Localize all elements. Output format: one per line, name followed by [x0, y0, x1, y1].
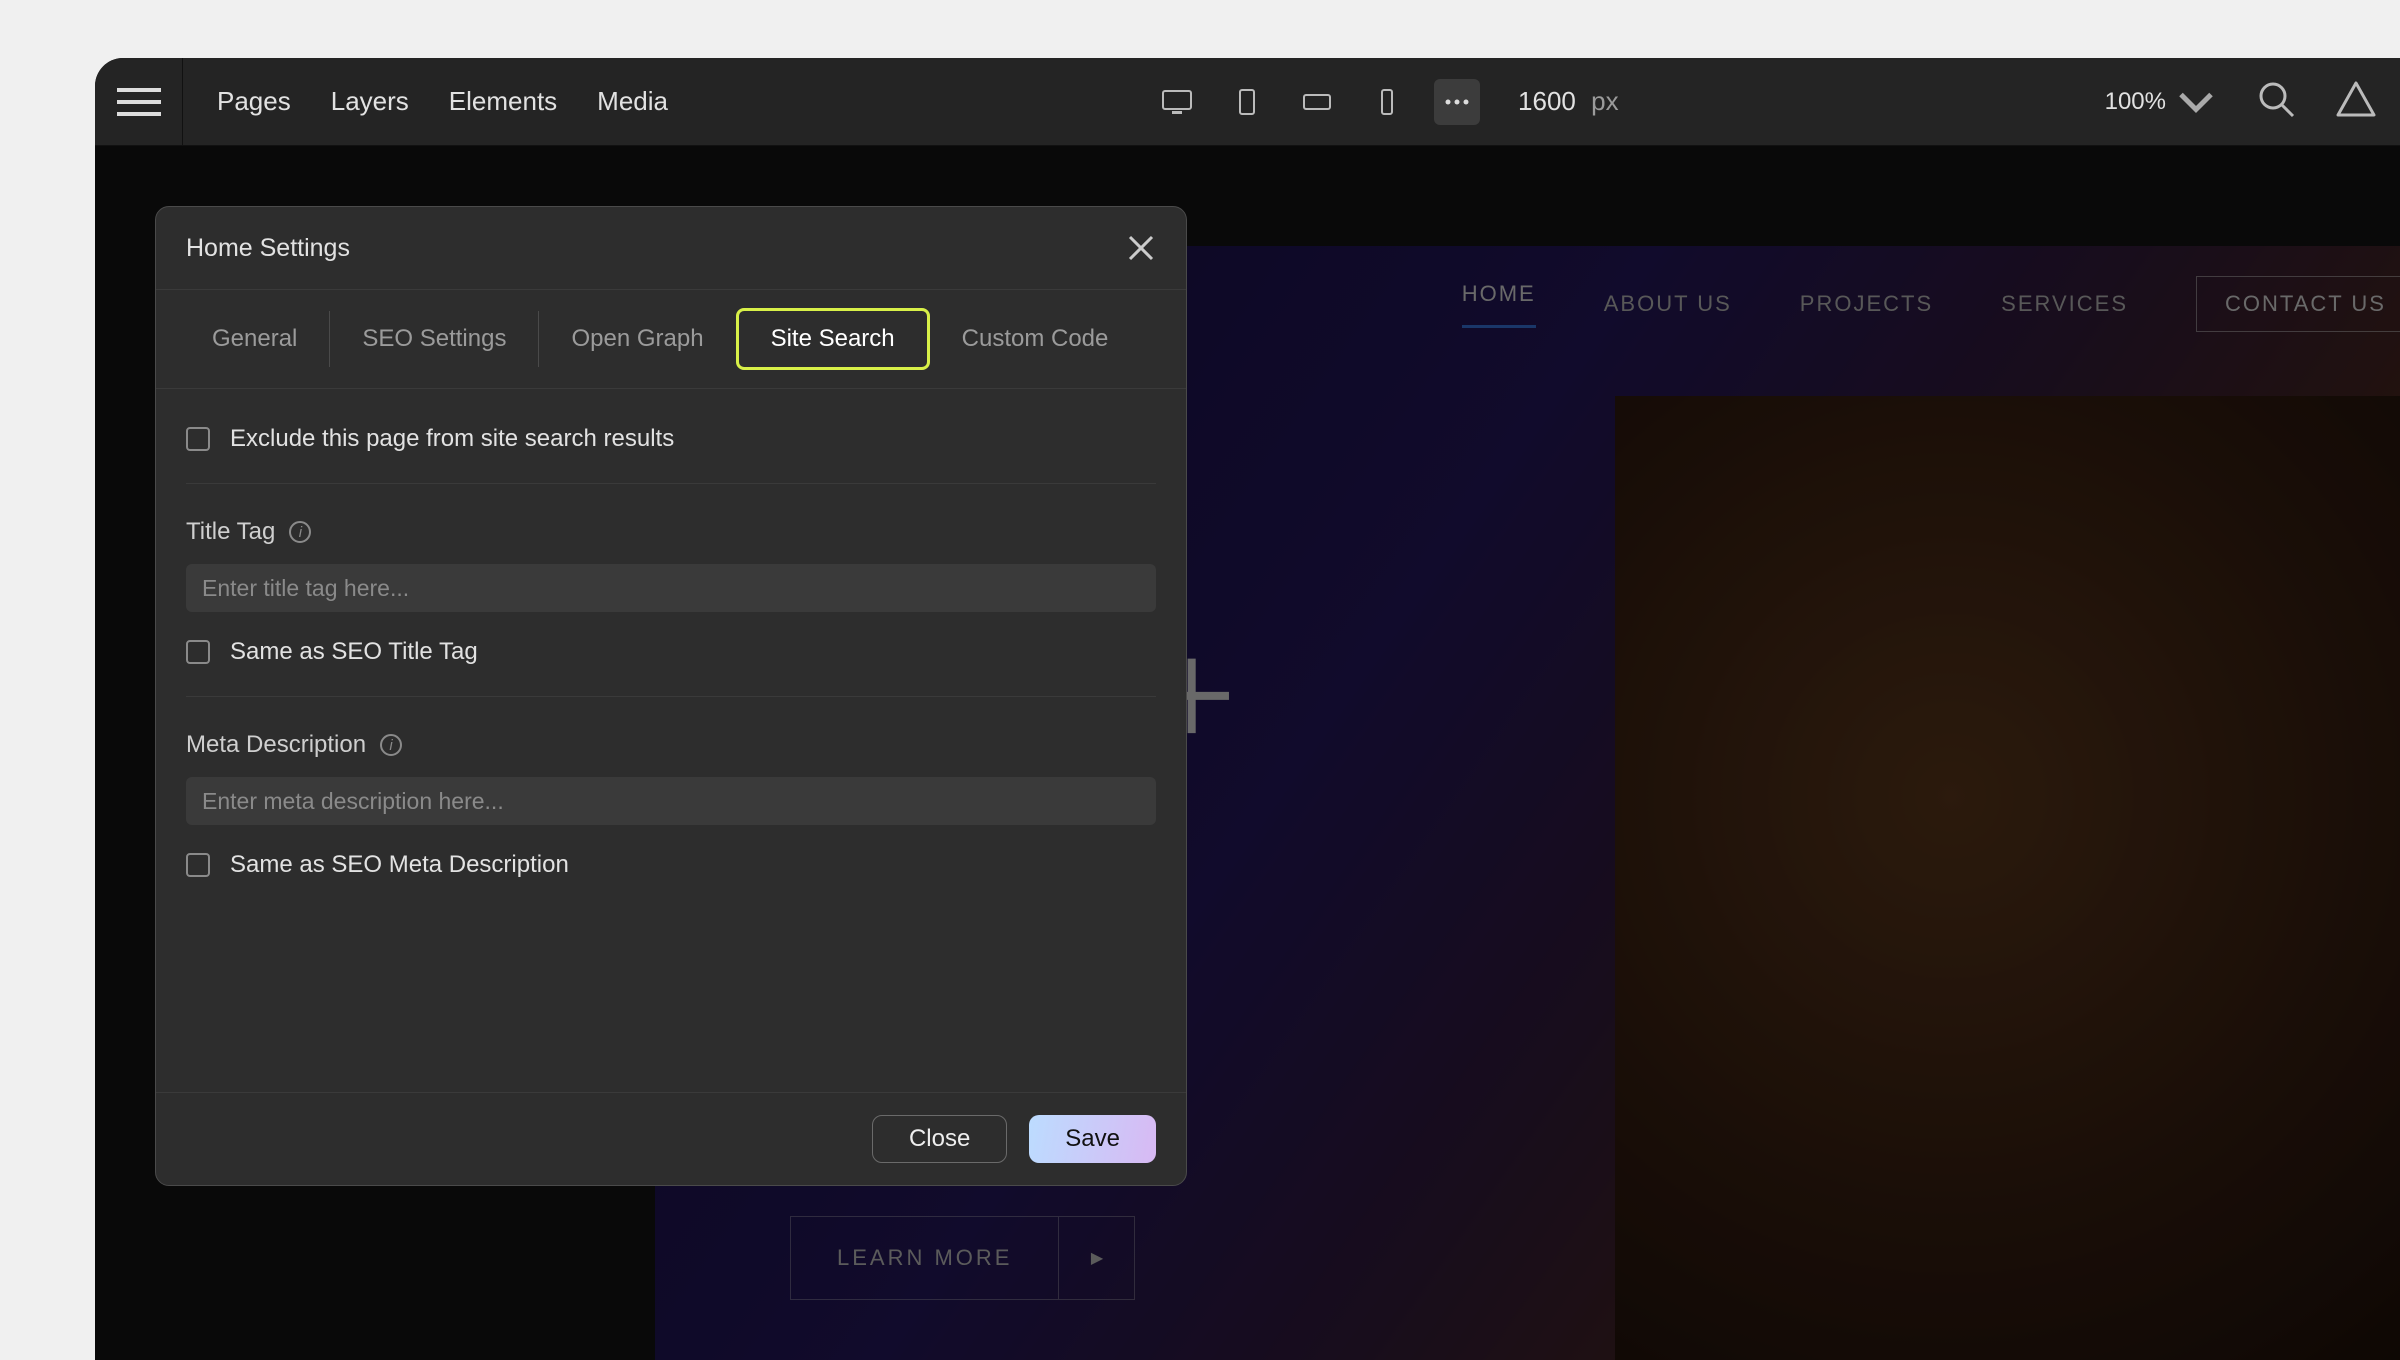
- title-tag-label: Title Tag i: [186, 518, 1156, 546]
- tab-site-search[interactable]: Site Search: [736, 308, 930, 370]
- hamburger-icon: [117, 88, 161, 116]
- device-more-button[interactable]: [1434, 79, 1480, 125]
- alerts-button[interactable]: [2336, 79, 2376, 124]
- app-frame: Pages Layers Elements Media: [95, 58, 2400, 1360]
- topbar-tab-elements[interactable]: Elements: [449, 86, 557, 117]
- modal-body: Exclude this page from site search resul…: [156, 389, 1186, 1092]
- exclude-row: Exclude this page from site search resul…: [186, 417, 1156, 484]
- info-icon[interactable]: i: [289, 521, 311, 543]
- desktop-icon: [1162, 89, 1192, 115]
- device-phone-button[interactable]: [1364, 79, 1410, 125]
- phone-icon: [1372, 89, 1402, 115]
- tab-open-graph[interactable]: Open Graph: [539, 311, 735, 367]
- topbar-tab-pages[interactable]: Pages: [217, 86, 291, 117]
- warning-icon: [2336, 79, 2376, 119]
- close-icon: [1126, 233, 1156, 263]
- tablet-portrait-icon: [1232, 89, 1262, 115]
- device-tablet-landscape-button[interactable]: [1294, 79, 1340, 125]
- canvas-width-unit: px: [1591, 86, 1618, 116]
- title-tag-input[interactable]: [186, 564, 1156, 612]
- topbar-tab-media[interactable]: Media: [597, 86, 668, 117]
- tab-custom-code[interactable]: Custom Code: [930, 311, 1141, 367]
- hamburger-button[interactable]: [95, 58, 183, 146]
- device-tablet-button[interactable]: [1224, 79, 1270, 125]
- topbar-right: 100%: [2105, 79, 2376, 124]
- home-settings-modal: Home Settings General SEO Settings Open …: [155, 206, 1187, 1186]
- search-button[interactable]: [2256, 79, 2296, 124]
- info-icon[interactable]: i: [380, 734, 402, 756]
- editor-canvas: HOME ABOUT US PROJECTS SERVICES CONTACT …: [95, 146, 2400, 1360]
- tablet-landscape-icon: [1302, 89, 1332, 115]
- tab-seo-settings[interactable]: SEO Settings: [330, 311, 539, 367]
- title-tag-block: Title Tag i Same as SEO Title Tag: [186, 484, 1156, 697]
- meta-desc-same-checkbox[interactable]: [186, 853, 210, 877]
- zoom-dropdown[interactable]: 100%: [2105, 82, 2216, 122]
- meta-desc-same-label: Same as SEO Meta Description: [230, 851, 569, 879]
- title-tag-same-row: Same as SEO Title Tag: [186, 638, 1156, 666]
- topbar: Pages Layers Elements Media: [95, 58, 2400, 146]
- exclude-checkbox[interactable]: [186, 427, 210, 451]
- modal-header: Home Settings: [156, 207, 1186, 290]
- zoom-value: 100%: [2105, 88, 2166, 116]
- canvas-width-value: 1600: [1518, 86, 1576, 116]
- search-icon: [2256, 79, 2296, 119]
- more-icon: [1442, 89, 1472, 115]
- topbar-center: 1600 px: [668, 79, 2105, 125]
- canvas-width-display[interactable]: 1600 px: [1518, 86, 1619, 117]
- exclude-label: Exclude this page from site search resul…: [230, 425, 674, 453]
- close-button[interactable]: Close: [872, 1115, 1007, 1163]
- meta-desc-label: Meta Description i: [186, 731, 1156, 759]
- tab-general[interactable]: General: [180, 311, 330, 367]
- save-button[interactable]: Save: [1029, 1115, 1156, 1163]
- title-tag-label-text: Title Tag: [186, 518, 275, 546]
- modal-title: Home Settings: [186, 234, 350, 263]
- topbar-tab-layers[interactable]: Layers: [331, 86, 409, 117]
- modal-tabs: General SEO Settings Open Graph Site Sea…: [156, 290, 1186, 389]
- meta-desc-same-row: Same as SEO Meta Description: [186, 851, 1156, 879]
- meta-desc-block: Meta Description i Same as SEO Meta Desc…: [186, 697, 1156, 909]
- title-tag-same-label: Same as SEO Title Tag: [230, 638, 478, 666]
- modal-close-button[interactable]: [1126, 233, 1156, 263]
- meta-desc-label-text: Meta Description: [186, 731, 366, 759]
- topbar-tabs: Pages Layers Elements Media: [217, 86, 668, 117]
- modal-footer: Close Save: [156, 1092, 1186, 1185]
- chevron-down-icon: [2176, 82, 2216, 122]
- device-desktop-button[interactable]: [1154, 79, 1200, 125]
- meta-desc-input[interactable]: [186, 777, 1156, 825]
- title-tag-same-checkbox[interactable]: [186, 640, 210, 664]
